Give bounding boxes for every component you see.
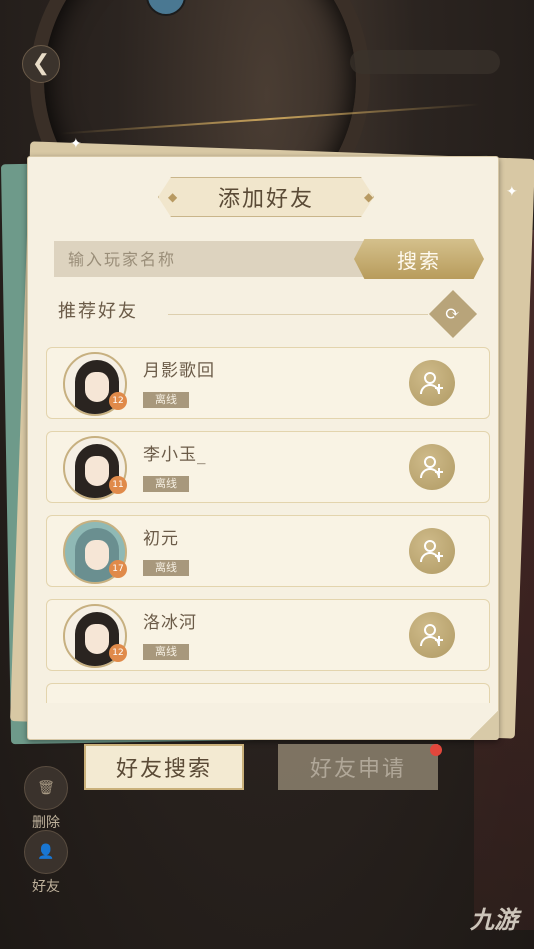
dialog-title: 添加好友 [217,187,314,212]
notification-dot [430,744,442,756]
list-item [46,683,490,703]
add-friend-dialog: 添加好友 ◆ ◆ 搜索 推荐好友 ⟳ 12 月影歌回 离线 11 李小玉_ 离线 [27,156,499,740]
person-icon: 👤 [24,830,68,874]
add-friend-button[interactable] [409,528,455,574]
diamond-ornament-icon: ◆ [168,190,178,204]
add-friend-button[interactable] [409,612,455,658]
tab-friend-search[interactable]: 好友搜索 [84,744,244,790]
list-item: 17 初元 离线 [46,515,490,587]
tab-friend-request[interactable]: 好友申请 [278,744,438,790]
sidebar-delete[interactable]: 🗑 删除 [18,766,74,832]
level-badge: 17 [109,560,127,578]
recommend-title: 推荐好友 [58,301,138,322]
status-badge: 离线 [143,644,189,660]
dialog-title-plaque: 添加好友 [158,177,374,217]
add-user-icon [420,456,443,479]
add-friend-button[interactable] [409,444,455,490]
status-badge: 离线 [143,476,189,492]
friend-name: 月影歌回 [143,361,215,381]
back-button[interactable]: ❮ [22,45,60,83]
sidebar-friends[interactable]: 👤 好友 [18,830,74,896]
friend-list: 12 月影歌回 离线 11 李小玉_ 离线 17 初元 离线 12 洛冰河 离线 [46,347,490,715]
add-user-icon [420,540,443,563]
status-badge: 离线 [143,560,189,576]
refresh-button[interactable]: ⟳ [428,289,478,339]
add-user-icon [420,624,443,647]
player-name-input[interactable] [54,241,384,277]
friend-name: 洛冰河 [143,613,197,633]
sparkle-icon: ✦ [506,184,518,200]
search-bar: 搜索 [54,239,484,279]
friend-name: 初元 [143,529,179,549]
diamond-ornament-icon: ◆ [364,190,374,204]
divider [168,314,428,315]
top-status-pill [350,50,500,74]
friend-name: 李小玉_ [143,445,207,465]
sidebar-friends-label: 好友 [32,879,60,895]
sparkle-icon: ✦ [70,136,82,152]
level-badge: 12 [109,392,127,410]
watermark: 九游 [470,906,518,934]
search-button[interactable]: 搜索 [354,239,484,279]
tab-friend-request-label: 好友申请 [309,757,406,782]
refresh-icon: ⟳ [445,303,461,325]
status-badge: 离线 [143,392,189,408]
list-item: 12 洛冰河 离线 [46,599,490,671]
level-badge: 11 [109,476,127,494]
level-badge: 12 [109,644,127,662]
list-item: 12 月影歌回 离线 [46,347,490,419]
add-user-icon [420,372,443,395]
trash-icon: 🗑 [24,766,68,810]
sidebar-delete-label: 删除 [32,815,60,831]
add-friend-button[interactable] [409,360,455,406]
list-item: 11 李小玉_ 离线 [46,431,490,503]
tab-friend-search-label: 好友搜索 [115,757,212,782]
